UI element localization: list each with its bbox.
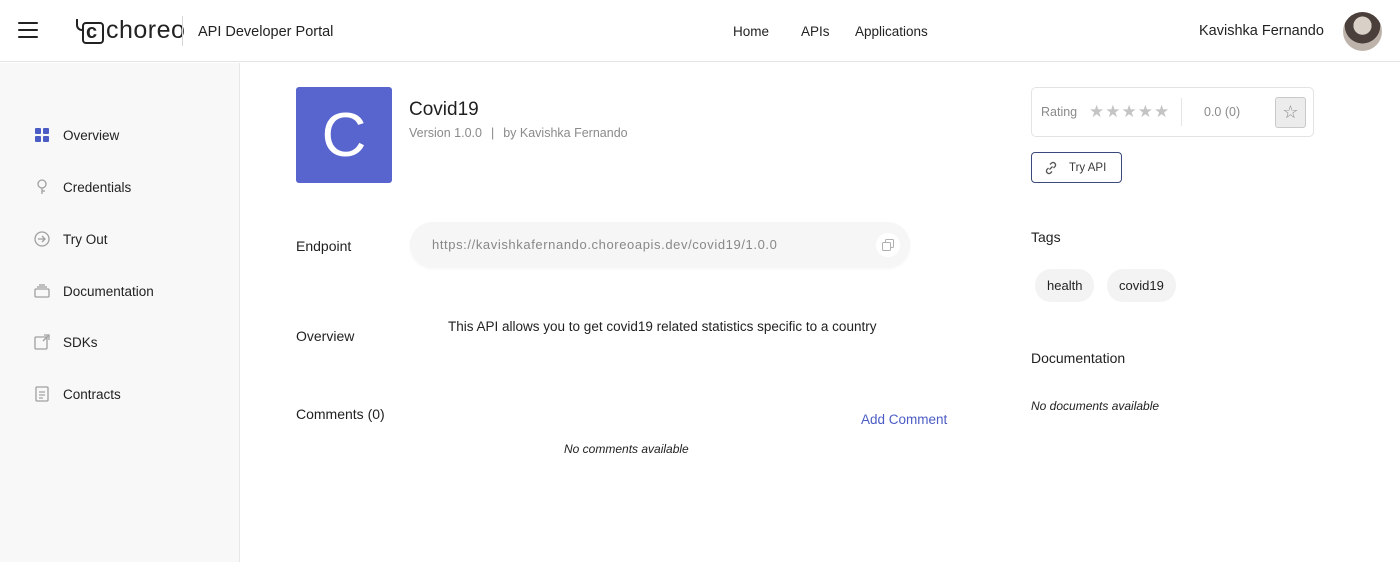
checklist-icon [34, 386, 50, 402]
api-name: Covid19 [409, 99, 479, 120]
user-name[interactable]: Kavishka Fernando [1199, 23, 1324, 39]
favorite-star-button[interactable]: ☆ [1275, 97, 1306, 128]
rating-label: Rating [1041, 105, 1078, 119]
rating-divider [1181, 98, 1182, 126]
sidebar: Overview Credentials Try Out Documentati… [0, 63, 240, 562]
sidebar-item-label: Contracts [63, 386, 121, 402]
document-stack-icon [34, 283, 50, 299]
header-divider [182, 16, 183, 46]
star-icon[interactable]: ★ [1122, 102, 1137, 122]
endpoint-url[interactable]: https://kavishkafernando.choreoapis.dev/… [432, 237, 777, 252]
rating-panel: Rating ★ ★ ★ ★ ★ 0.0 (0) ☆ [1031, 87, 1314, 137]
comments-label: Comments (0) [296, 406, 385, 422]
star-icon[interactable]: ★ [1154, 102, 1169, 122]
star-icon[interactable]: ★ [1089, 102, 1104, 122]
external-box-icon [34, 334, 50, 350]
documentation-title: Documentation [1031, 350, 1126, 366]
star-icon[interactable]: ★ [1105, 102, 1120, 122]
rating-score: 0.0 (0) [1204, 105, 1241, 119]
endpoint-field: https://kavishkafernando.choreoapis.dev/… [410, 222, 910, 268]
top-header: c choreo API Developer Portal Home APIs … [0, 0, 1400, 62]
sidebar-item-label: Try Out [63, 231, 108, 247]
sidebar-item-sdks[interactable]: SDKs [34, 332, 98, 352]
portal-title: API Developer Portal [198, 24, 334, 40]
star-icon[interactable]: ★ [1138, 102, 1153, 122]
link-icon [1043, 160, 1059, 176]
logo-text: choreo [106, 15, 186, 44]
no-comments-message: No comments available [564, 442, 689, 456]
no-documents-message: No documents available [1031, 399, 1160, 413]
choreo-logo-mark: c [74, 15, 104, 45]
sidebar-item-try-out[interactable]: Try Out [34, 229, 108, 249]
overview-label: Overview [296, 328, 355, 344]
api-thumbnail: C [296, 87, 392, 183]
tag-covid19[interactable]: covid19 [1107, 269, 1176, 302]
sidebar-item-label: Credentials [63, 179, 132, 195]
sidebar-item-label: Overview [63, 127, 120, 143]
endpoint-label: Endpoint [296, 238, 352, 254]
tags-title: Tags [1031, 229, 1061, 245]
nav-home-link[interactable]: Home [733, 24, 769, 39]
add-comment-link[interactable]: Add Comment [861, 412, 947, 427]
overview-grid-icon [34, 127, 50, 143]
choreo-logo[interactable]: c choreo [74, 14, 185, 46]
api-author: by Kavishka Fernando [503, 126, 628, 140]
meta-separator: | [490, 126, 495, 140]
api-meta: Version 1.0.0 | by Kavishka Fernando [409, 126, 628, 140]
overview-description: This API allows you to get covid19 relat… [448, 319, 877, 334]
sidebar-item-label: Documentation [63, 283, 154, 299]
arrow-circle-icon [34, 231, 50, 247]
sidebar-item-documentation[interactable]: Documentation [34, 281, 154, 301]
menu-icon[interactable] [18, 22, 38, 38]
copy-icon[interactable] [876, 233, 900, 257]
nav-apis-link[interactable]: APIs [801, 24, 830, 39]
nav-applications-link[interactable]: Applications [855, 24, 928, 39]
rating-stars[interactable]: ★ ★ ★ ★ ★ [1089, 102, 1170, 122]
sidebar-item-contracts[interactable]: Contracts [34, 384, 121, 404]
sidebar-item-overview[interactable]: Overview [34, 125, 119, 145]
key-icon [34, 179, 50, 195]
sidebar-item-label: SDKs [63, 334, 98, 350]
api-version: Version 1.0.0 [409, 126, 482, 140]
try-api-button[interactable]: Try API [1031, 152, 1122, 183]
user-avatar[interactable] [1343, 12, 1382, 51]
tag-health[interactable]: health [1035, 269, 1095, 302]
try-api-label: Try API [1069, 161, 1107, 174]
sidebar-item-credentials[interactable]: Credentials [34, 177, 131, 197]
